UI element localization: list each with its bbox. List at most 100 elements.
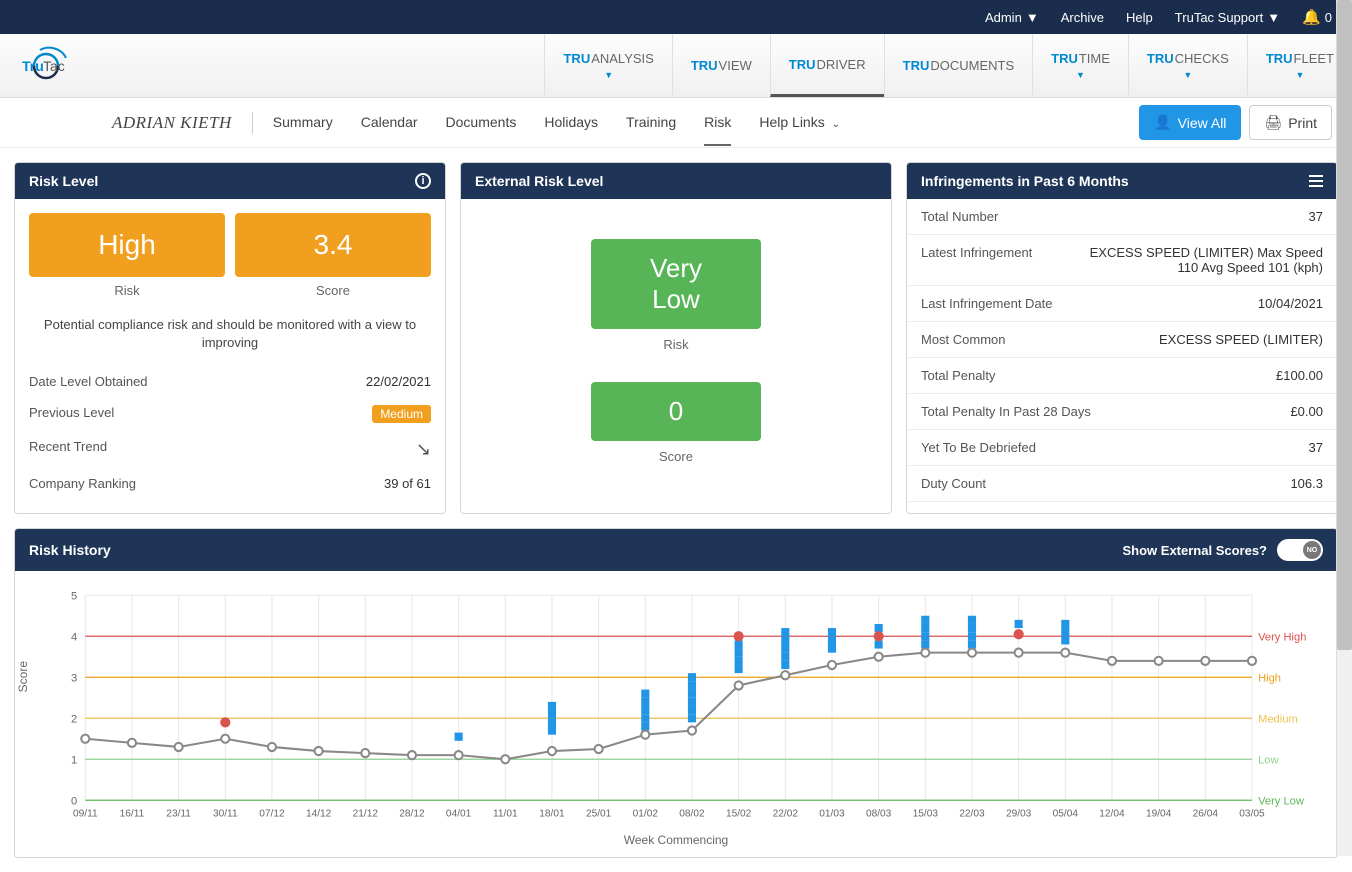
- caret-down-icon: ⌄: [832, 119, 840, 130]
- infringement-row: Duty Count106.3: [907, 466, 1337, 502]
- divider: [252, 112, 253, 134]
- svg-text:23/11: 23/11: [166, 809, 191, 820]
- svg-text:21/12: 21/12: [353, 809, 379, 820]
- risk-description: Potential compliance risk and should be …: [29, 316, 431, 352]
- info-icon[interactable]: i: [415, 173, 431, 189]
- view-all-button[interactable]: 👤View All: [1139, 105, 1241, 140]
- svg-text:1: 1: [71, 755, 77, 767]
- svg-text:Very Low: Very Low: [1258, 796, 1305, 808]
- subnav-holidays[interactable]: Holidays: [544, 100, 598, 146]
- caret-down-icon: ▼: [1076, 70, 1085, 80]
- svg-text:05/04: 05/04: [1053, 809, 1079, 820]
- toggle-label: Show External Scores?: [1123, 543, 1268, 558]
- print-button[interactable]: 🖨Print: [1249, 105, 1332, 140]
- svg-text:08/02: 08/02: [679, 809, 705, 820]
- caret-down-icon: ▼: [1295, 70, 1304, 80]
- support-menu[interactable]: TruTac Support ▼: [1175, 10, 1280, 25]
- risk-tile: High: [29, 213, 225, 277]
- person-icon: 👤: [1154, 114, 1171, 131]
- svg-text:18/01: 18/01: [539, 809, 565, 820]
- nav-tab-time[interactable]: TRUTIME▼: [1032, 34, 1128, 97]
- svg-text:08/03: 08/03: [866, 809, 892, 820]
- svg-text:15/03: 15/03: [913, 809, 939, 820]
- subnav-calendar[interactable]: Calendar: [361, 100, 418, 146]
- svg-text:04/01: 04/01: [446, 809, 472, 820]
- svg-text:03/05: 03/05: [1239, 809, 1265, 820]
- svg-text:22/03: 22/03: [959, 809, 985, 820]
- kv-row: Date Level Obtained22/02/2021: [29, 366, 431, 397]
- svg-text:15/02: 15/02: [726, 809, 752, 820]
- svg-text:Very High: Very High: [1258, 632, 1306, 644]
- nav-tab-analysis[interactable]: TRUANALYSIS▼: [544, 34, 671, 97]
- svg-text:22/02: 22/02: [773, 809, 799, 820]
- kv-row: Previous LevelMedium: [29, 397, 431, 431]
- admin-menu[interactable]: Admin ▼: [985, 10, 1039, 25]
- risk-history-chart: Score 012345Very HighHighMediumLowVery L…: [15, 571, 1337, 831]
- trend-down-icon: ↘: [416, 439, 431, 460]
- nav-tab-view[interactable]: TRUVIEW: [672, 34, 770, 97]
- print-icon: 🖨: [1264, 114, 1282, 131]
- card-title: Risk Level: [29, 173, 98, 189]
- toggle-knob: NO: [1303, 541, 1321, 559]
- card-title: Risk History: [29, 542, 111, 558]
- caret-down-icon: ▼: [604, 70, 613, 80]
- logo[interactable]: Tru Tac: [20, 44, 74, 88]
- scroll-thumb[interactable]: [1337, 0, 1352, 650]
- main-navbar: Tru Tac TRUANALYSIS▼TRUVIEWTRUDRIVERTRUD…: [0, 34, 1352, 98]
- external-scores-toggle[interactable]: NO: [1277, 539, 1323, 561]
- subnav-summary[interactable]: Summary: [273, 100, 333, 146]
- vertical-scrollbar[interactable]: [1336, 0, 1352, 856]
- hamburger-icon[interactable]: [1309, 175, 1323, 187]
- nav-tab-documents[interactable]: TRUDOCUMENTS: [884, 34, 1033, 97]
- svg-text:3: 3: [71, 673, 77, 685]
- notifications-button[interactable]: 🔔0: [1302, 8, 1332, 26]
- logo-text-post: Tac: [43, 58, 65, 74]
- caret-down-icon: ▼: [1183, 70, 1192, 80]
- svg-text:Low: Low: [1258, 755, 1279, 767]
- infringement-row: Total Number37: [907, 199, 1337, 235]
- svg-text:07/12: 07/12: [259, 809, 285, 820]
- infringement-row: Yet To Be Debriefed37: [907, 430, 1337, 466]
- svg-text:01/02: 01/02: [633, 809, 659, 820]
- svg-text:29/03: 29/03: [1006, 809, 1032, 820]
- external-risk-card: External Risk Level Very Low Risk 0 Scor…: [460, 162, 892, 514]
- subnav-training[interactable]: Training: [626, 100, 676, 146]
- svg-text:14/12: 14/12: [306, 809, 332, 820]
- svg-text:19/04: 19/04: [1146, 809, 1172, 820]
- ext-score-label: Score: [475, 449, 877, 464]
- chart-ylabel: Score: [16, 661, 30, 692]
- svg-text:4: 4: [71, 632, 77, 644]
- infringement-row: Last Infringement Date10/04/2021: [907, 286, 1337, 322]
- subnav-help-links[interactable]: Help Links ⌄: [759, 100, 840, 146]
- archive-link[interactable]: Archive: [1061, 10, 1104, 25]
- infringement-row: Total Penalty£100.00: [907, 358, 1337, 394]
- caret-down-icon: ▼: [1026, 10, 1039, 25]
- infringement-row: Most CommonEXCESS SPEED (LIMITER): [907, 322, 1337, 358]
- risk-level-card: Risk Level i High Risk 3.4 Score Potenti…: [14, 162, 446, 514]
- score-tile-label: Score: [235, 283, 431, 298]
- caret-down-icon: ▼: [1267, 10, 1280, 25]
- subnav-documents[interactable]: Documents: [446, 100, 517, 146]
- svg-text:25/01: 25/01: [586, 809, 612, 820]
- previous-level-badge: Medium: [372, 405, 431, 423]
- nav-tab-checks[interactable]: TRUCHECKS▼: [1128, 34, 1247, 97]
- bell-icon: 🔔: [1302, 8, 1321, 26]
- ext-score-tile: 0: [591, 382, 761, 441]
- svg-text:26/04: 26/04: [1193, 809, 1219, 820]
- kv-row: Company Ranking39 of 61: [29, 468, 431, 499]
- svg-text:5: 5: [71, 591, 77, 603]
- svg-text:High: High: [1258, 673, 1281, 685]
- subnav-risk[interactable]: Risk: [704, 100, 731, 146]
- card-title: Infringements in Past 6 Months: [921, 173, 1129, 189]
- infringement-row: Latest InfringementEXCESS SPEED (LIMITER…: [907, 235, 1337, 286]
- ext-risk-tile: Very Low: [591, 239, 761, 329]
- svg-text:12/04: 12/04: [1099, 809, 1125, 820]
- nav-tab-driver[interactable]: TRUDRIVER: [770, 34, 884, 97]
- kv-row: Recent Trend↘: [29, 431, 431, 468]
- infringement-row: Total Penalty In Past 28 Days£0.00: [907, 394, 1337, 430]
- svg-text:28/12: 28/12: [399, 809, 425, 820]
- svg-text:0: 0: [71, 796, 77, 808]
- top-utility-bar: Admin ▼ Archive Help TruTac Support ▼ 🔔0: [0, 0, 1352, 34]
- svg-text:2: 2: [71, 714, 77, 726]
- help-link[interactable]: Help: [1126, 10, 1153, 25]
